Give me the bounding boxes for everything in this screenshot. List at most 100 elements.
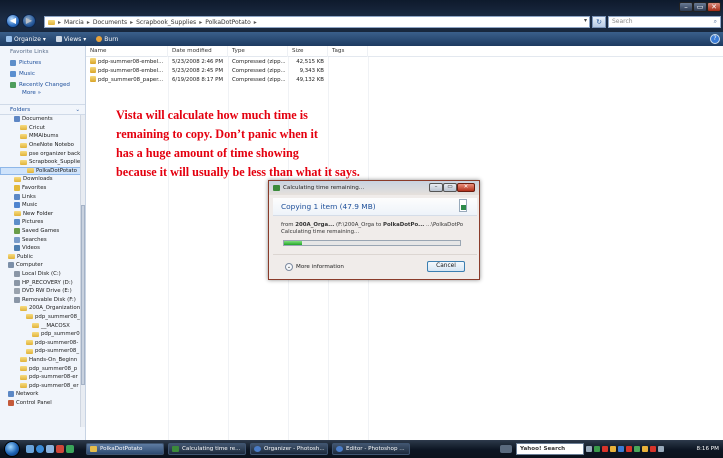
tree-item[interactable]: 200A_Organization <box>0 304 85 313</box>
tree-item[interactable]: pdp-summer08-er <box>0 373 85 382</box>
tree-item[interactable]: Favorites <box>0 184 85 193</box>
tree-item[interactable]: Downloads <box>0 175 85 184</box>
dialog-maximize-button[interactable]: ▭ <box>443 183 457 192</box>
tree-item[interactable]: HP_RECOVERY (D:) <box>0 278 85 287</box>
back-button[interactable]: ◀ <box>6 14 20 28</box>
table-row[interactable]: pdp_summer08_paper... 6/19/2008 8:17 PM Co… <box>86 75 723 84</box>
close-button[interactable]: ✕ <box>707 2 721 12</box>
tree-item[interactable]: Documents <box>0 115 85 124</box>
taskbar-button-editor[interactable]: Editor - Photoshop ... <box>332 443 410 455</box>
breadcrumb-item[interactable]: PolkaDotPotato <box>205 19 251 26</box>
tray-icon[interactable] <box>642 446 648 452</box>
folder-icon <box>20 142 27 148</box>
minimize-button[interactable]: – <box>679 2 693 12</box>
column-header-tags[interactable]: Tags <box>328 45 368 57</box>
tray-icon[interactable] <box>594 446 600 452</box>
favorite-link-music[interactable]: Music <box>0 68 85 79</box>
tray-icon[interactable] <box>634 446 640 452</box>
tray-icon[interactable] <box>602 446 608 452</box>
yahoo-search-input[interactable]: Yahoo! Search <box>516 443 584 455</box>
tree-item[interactable]: pdp_summer08_ <box>0 313 85 322</box>
app-icon[interactable] <box>56 445 64 453</box>
tree-item[interactable]: Videos <box>0 244 85 253</box>
tree-item[interactable]: Music <box>0 201 85 210</box>
tree-item[interactable]: pdp-summer08- <box>0 338 85 347</box>
tree-item[interactable]: Links <box>0 192 85 201</box>
destination-folder-link[interactable]: PolkaDotPo... <box>383 222 424 228</box>
views-button[interactable]: Views ▾ <box>55 36 86 43</box>
tree-item[interactable]: Computer <box>0 261 85 270</box>
forward-button[interactable]: ▶ <box>22 14 36 28</box>
table-row[interactable]: pdp-summer08-embel... 5/23/2008 2:46 PM Co… <box>86 57 723 66</box>
tree-item[interactable]: OneNote Notebo <box>0 141 85 150</box>
tree-item[interactable]: Removable Disk (F:) <box>0 295 85 304</box>
tree-item[interactable]: PolkaDotPotato <box>0 166 85 176</box>
tree-item[interactable]: Saved Games <box>0 227 85 236</box>
help-icon[interactable]: ? <box>710 34 720 44</box>
tray-icon[interactable] <box>610 446 616 452</box>
tray-icon[interactable] <box>650 446 656 452</box>
scrollbar-thumb[interactable] <box>81 205 85 385</box>
table-row[interactable]: pdp-summer08-embel... 5/23/2008 2:45 PM Co… <box>86 66 723 75</box>
tray-icon[interactable] <box>618 446 624 452</box>
more-link[interactable]: More » <box>0 90 85 100</box>
burn-button[interactable]: Burn <box>96 36 118 43</box>
tree-item[interactable]: pdp_summer0 <box>0 330 85 339</box>
more-information-toggle[interactable]: ⌄ More information <box>285 263 344 271</box>
tray-icon[interactable] <box>626 446 632 452</box>
breadcrumb-item[interactable]: Documents <box>93 19 127 26</box>
tree-item[interactable]: Cricut <box>0 124 85 133</box>
tray-icon[interactable] <box>658 446 664 452</box>
tree-item[interactable]: DVD RW Drive (E:) <box>0 287 85 296</box>
taskbar-button-organizer[interactable]: Organizer - Photosh... <box>250 443 328 455</box>
show-desktop-icon[interactable] <box>26 445 34 453</box>
dialog-close-button[interactable]: ✕ <box>457 183 475 192</box>
tree-item[interactable]: pdp-summer08_er <box>0 381 85 390</box>
tree-item[interactable]: Scrapbook_Supplie <box>0 158 85 167</box>
maximize-button[interactable]: ▭ <box>693 2 707 12</box>
favorite-link-recently-changed[interactable]: Recently Changed <box>0 79 85 90</box>
ie-icon[interactable] <box>36 445 44 453</box>
start-button[interactable] <box>4 441 20 457</box>
tree-item[interactable]: New Folder <box>0 210 85 219</box>
taskbar-button-folder[interactable]: PolkaDotPotato <box>86 443 164 455</box>
tree-item[interactable]: MMAlbums <box>0 132 85 141</box>
breadcrumb-item[interactable]: Marcia <box>64 19 84 26</box>
tree-item[interactable]: Searches <box>0 235 85 244</box>
organize-button[interactable]: Organize ▾ <box>6 36 46 43</box>
switch-windows-icon[interactable] <box>46 445 54 453</box>
tree-item[interactable]: pdp_summer08_p <box>0 364 85 373</box>
folders-header[interactable]: Folders ⌄ <box>0 104 85 115</box>
refresh-button[interactable]: ↻ <box>592 16 606 28</box>
chevron-down-icon[interactable]: ▾ <box>584 17 587 24</box>
tree-scrollbar[interactable] <box>80 115 85 427</box>
app-icon[interactable] <box>66 445 74 453</box>
tree-item[interactable]: Hands-On_Beginn <box>0 356 85 365</box>
favorite-link-pictures[interactable]: Pictures <box>0 57 85 68</box>
tree-item[interactable]: Pictures <box>0 218 85 227</box>
tree-item[interactable]: Network <box>0 390 85 399</box>
search-icon[interactable]: ⌕ <box>714 17 717 27</box>
address-bar[interactable]: ▸ Marcia ▸ Documents ▸ Scrapbook_Supplie… <box>44 16 590 28</box>
column-header-size[interactable]: Size <box>288 45 328 57</box>
tree-item[interactable]: __MACOSX <box>0 321 85 330</box>
tree-item[interactable]: Control Panel <box>0 399 85 408</box>
taskbar-button-copy[interactable]: Calculating time re... <box>168 443 246 455</box>
toolbar-grip-icon[interactable] <box>500 445 512 453</box>
source-folder-link[interactable]: 200A_Orga... <box>295 222 334 228</box>
breadcrumb-item[interactable]: Scrapbook_Supplies <box>136 19 196 26</box>
favorite-link-label: Music <box>19 70 35 77</box>
column-header-name[interactable]: Name <box>86 45 168 57</box>
tree-item[interactable]: Public <box>0 253 85 262</box>
search-input[interactable]: Search ⌕ <box>608 16 721 28</box>
tree-item[interactable]: Local Disk (C:) <box>0 270 85 279</box>
column-header-type[interactable]: Type <box>228 45 288 57</box>
tree-item[interactable]: pse organizer back <box>0 149 85 158</box>
cancel-button[interactable]: Cancel <box>427 261 465 272</box>
tree-item[interactable]: pdp-summer08_ <box>0 347 85 356</box>
clock[interactable]: 8:16 PM <box>696 446 719 452</box>
tree-item-label: Pictures <box>22 219 44 226</box>
column-header-date[interactable]: Date modified <box>168 45 228 57</box>
tray-icon[interactable] <box>586 446 592 452</box>
dialog-minimize-button[interactable]: – <box>429 183 443 192</box>
